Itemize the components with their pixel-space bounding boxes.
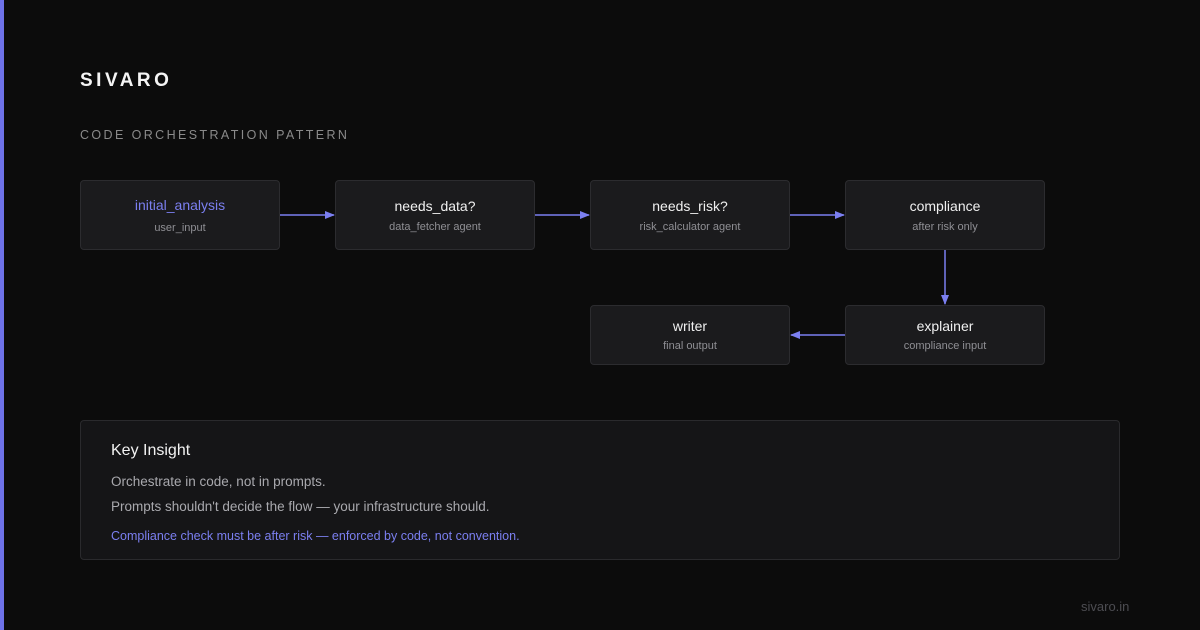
accent-bar: [0, 0, 4, 630]
section-title: CODE ORCHESTRATION PATTERN: [80, 128, 350, 142]
node-initial-analysis: initial_analysis user_input: [80, 180, 280, 250]
node-subtitle: after risk only: [912, 220, 978, 233]
node-subtitle: user_input: [154, 221, 206, 234]
key-insight-card: Key Insight Orchestrate in code, not in …: [80, 420, 1120, 560]
node-title: needs_risk?: [652, 197, 728, 214]
node-needs-risk: needs_risk? risk_calculator agent: [590, 180, 790, 250]
node-title: needs_data?: [394, 197, 476, 214]
insight-line-2: Prompts shouldn't decide the flow — your…: [111, 499, 490, 514]
node-subtitle: compliance input: [903, 340, 987, 352]
node-title: initial_analysis: [134, 196, 226, 213]
node-title: explainer: [916, 318, 974, 334]
footer-url: sivaro.in: [1081, 599, 1130, 614]
node-compliance: compliance after risk only: [845, 180, 1045, 250]
node-explainer: explainer compliance input: [845, 305, 1045, 365]
brand-logo: SIVARO: [80, 70, 173, 91]
node-needs-data: needs_data? data_fetcher agent: [335, 180, 535, 250]
node-title: writer: [672, 318, 708, 334]
insight-note: Compliance check must be after risk — en…: [111, 529, 520, 543]
node-title: compliance: [909, 197, 981, 214]
node-writer: writer final output: [590, 305, 790, 365]
node-subtitle: risk_calculator agent: [639, 220, 741, 233]
node-subtitle: final output: [663, 340, 717, 352]
insight-heading: Key Insight: [111, 442, 191, 459]
insight-line-1: Orchestrate in code, not in prompts.: [111, 474, 326, 489]
node-subtitle: data_fetcher agent: [389, 220, 481, 233]
